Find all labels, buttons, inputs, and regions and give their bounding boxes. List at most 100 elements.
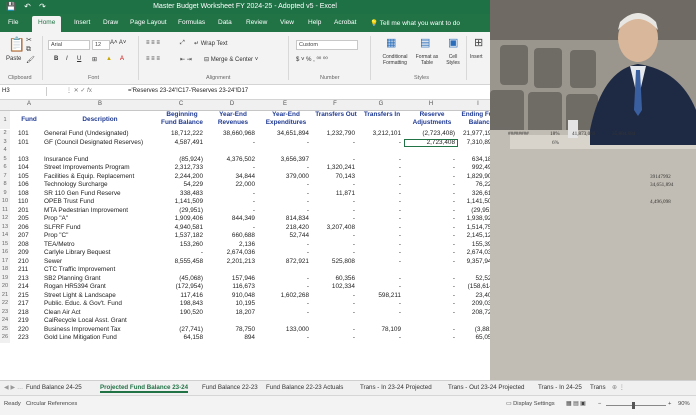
- cell-f[interactable]: 3,207,408: [312, 224, 355, 231]
- cell-i[interactable]: (29,951): [458, 207, 490, 214]
- cell-d[interactable]: 18,207: [206, 309, 255, 316]
- cell-desc[interactable]: Carlyle Library Bequest: [44, 249, 153, 256]
- cell-g[interactable]: -: [358, 198, 401, 205]
- cell-fund[interactable]: 217: [18, 300, 45, 307]
- cell-f[interactable]: -: [312, 181, 355, 188]
- cell-f[interactable]: -: [312, 309, 355, 316]
- cell-i[interactable]: 1,514,753: [458, 224, 490, 231]
- italic-icon[interactable]: I: [66, 56, 68, 62]
- paste-icon[interactable]: 📋: [8, 36, 25, 53]
- cell-e[interactable]: 133,000: [258, 326, 309, 333]
- cell-g[interactable]: 78,109: [358, 326, 401, 333]
- row-number[interactable]: 21: [0, 291, 10, 300]
- column-header-i[interactable]: I: [458, 101, 490, 107]
- tab-insert[interactable]: Insert: [74, 19, 90, 26]
- cell-h[interactable]: -: [404, 181, 455, 188]
- row-number[interactable]: 6: [0, 164, 10, 173]
- cell-fund[interactable]: 206: [18, 224, 45, 231]
- cell-c[interactable]: 153,260: [156, 241, 203, 248]
- cell-desc[interactable]: Street Light & Landscape: [44, 292, 153, 299]
- cell-h[interactable]: -: [404, 283, 455, 290]
- row-number[interactable]: 9: [0, 189, 10, 198]
- cell-fund[interactable]: 106: [18, 181, 45, 188]
- cell-h[interactable]: -: [404, 232, 455, 239]
- cell-fund[interactable]: 201: [18, 207, 45, 214]
- zoom-level[interactable]: 90%: [678, 401, 690, 407]
- cell-h[interactable]: -: [404, 292, 455, 299]
- row-number[interactable]: 25: [0, 325, 10, 334]
- cell-fund[interactable]: 211: [18, 266, 45, 273]
- cell-d[interactable]: 894: [206, 334, 255, 341]
- cell-f[interactable]: -: [312, 139, 355, 146]
- cell-c[interactable]: 54,229: [156, 181, 203, 188]
- cell-d[interactable]: 910,048: [206, 292, 255, 299]
- row-number[interactable]: 3: [0, 138, 10, 147]
- cell-f[interactable]: 102,334: [312, 283, 355, 290]
- format-painter-icon[interactable]: 🖌: [26, 56, 35, 64]
- cell-e[interactable]: -: [258, 300, 309, 307]
- view-mode-icons[interactable]: ▦ ▤ ▣: [566, 401, 586, 407]
- cell-e[interactable]: 814,834: [258, 215, 309, 222]
- tab-page-layout[interactable]: Page Layout: [130, 19, 167, 26]
- cell-f[interactable]: -: [312, 334, 355, 341]
- cell-c[interactable]: 2,312,733: [156, 164, 203, 171]
- cell-desc[interactable]: Gold Line Mitigation Fund: [44, 334, 153, 341]
- cell-desc[interactable]: GF (Council Designated Reserves): [44, 139, 153, 146]
- copy-icon[interactable]: ⧉: [26, 46, 31, 54]
- sheet-tab-trans[interactable]: Trans: [590, 384, 606, 391]
- cell-desc[interactable]: SLFRF Fund: [44, 224, 153, 231]
- cell-h[interactable]: -: [404, 198, 455, 205]
- cell-c[interactable]: (45,068): [156, 275, 203, 282]
- fill-color-icon[interactable]: ▲: [106, 56, 112, 62]
- cell-i[interactable]: 634,181: [458, 156, 490, 163]
- row-number[interactable]: 13: [0, 223, 10, 232]
- cell-i[interactable]: 65,052: [458, 334, 490, 341]
- cell-desc[interactable]: TEA/Metro: [44, 241, 153, 248]
- cell-g[interactable]: -: [358, 215, 401, 222]
- cell-d[interactable]: 22,000: [206, 181, 255, 188]
- format-as-table-button[interactable]: Format as Table: [412, 54, 442, 66]
- cell-h[interactable]: -: [404, 224, 455, 231]
- merge-center-button[interactable]: ⊟ Merge & Center ˅: [204, 56, 258, 63]
- cell-f[interactable]: -: [312, 232, 355, 239]
- header-fund[interactable]: Fund: [14, 116, 44, 124]
- cell-desc[interactable]: Facilities & Equip. Replacement: [44, 173, 153, 180]
- sheet-nav-icon[interactable]: ◀ ▶ …: [4, 384, 23, 391]
- cell-e[interactable]: 379,000: [258, 173, 309, 180]
- cell-fund[interactable]: 103: [18, 156, 45, 163]
- cell-d[interactable]: 4,376,502: [206, 156, 255, 163]
- bold-icon[interactable]: B: [54, 56, 58, 62]
- cell-i[interactable]: 326,612: [458, 190, 490, 197]
- cell-e[interactable]: 872,921: [258, 258, 309, 265]
- cell-f[interactable]: -: [312, 292, 355, 299]
- cell-desc[interactable]: SR 110 Gen Fund Reserve: [44, 190, 153, 197]
- borders-icon[interactable]: ⊞: [92, 56, 97, 63]
- name-box[interactable]: H3: [2, 87, 47, 96]
- sheet-tab-trans-in-24-25[interactable]: Trans - In 24-25: [538, 384, 582, 391]
- cell-d[interactable]: -: [206, 224, 255, 231]
- cell-d[interactable]: 116,673: [206, 283, 255, 290]
- insert-cells-icon[interactable]: ⊞: [474, 36, 483, 49]
- cell-fund[interactable]: 215: [18, 292, 45, 299]
- cell-d[interactable]: -: [206, 139, 255, 146]
- cell-h[interactable]: -: [404, 207, 455, 214]
- cell-c[interactable]: 64,158: [156, 334, 203, 341]
- sheet-tab-trans-in-23-24-projected[interactable]: Trans - In 23-24 Projected: [360, 384, 432, 391]
- cell-h[interactable]: -: [404, 309, 455, 316]
- cell-desc[interactable]: Sewer: [44, 258, 153, 265]
- cell-g[interactable]: 598,211: [358, 292, 401, 299]
- cell-i[interactable]: (158,614): [458, 283, 490, 290]
- cell-desc[interactable]: CTC Traffic Improvement: [44, 266, 153, 273]
- column-header-c[interactable]: C: [156, 101, 206, 107]
- cell-fund[interactable]: 104: [18, 164, 45, 171]
- cell-d[interactable]: -: [206, 164, 255, 171]
- cell-i[interactable]: 52,522: [458, 275, 490, 282]
- format-as-table-icon[interactable]: ▤: [420, 36, 430, 49]
- cell-d[interactable]: -: [206, 190, 255, 197]
- cell-g[interactable]: -: [358, 173, 401, 180]
- cell-i[interactable]: 992,492: [458, 164, 490, 171]
- cell-d[interactable]: 10,195: [206, 300, 255, 307]
- cell-g[interactable]: -: [358, 241, 401, 248]
- row-number[interactable]: 19: [0, 274, 10, 283]
- cell-desc[interactable]: Prop "A": [44, 215, 153, 222]
